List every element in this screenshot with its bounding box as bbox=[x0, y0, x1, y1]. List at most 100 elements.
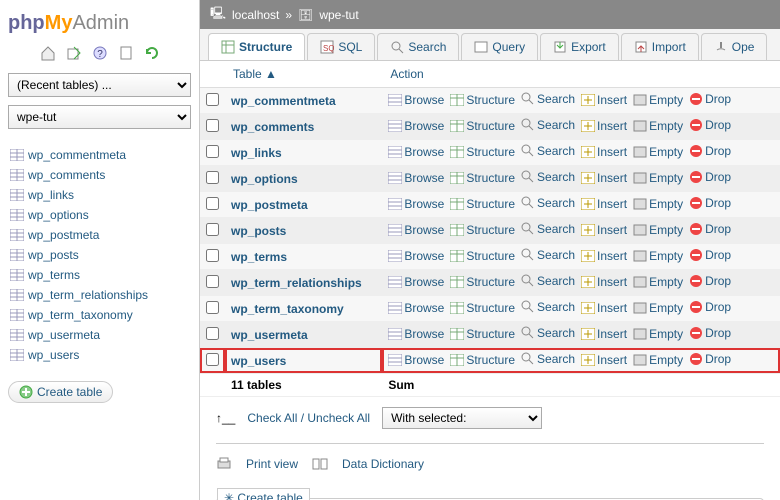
tab-structure[interactable]: Structure bbox=[208, 33, 305, 60]
col-table[interactable]: Table ▲ bbox=[225, 61, 382, 88]
structure-link[interactable]: Structure bbox=[450, 327, 515, 341]
data-dictionary-link[interactable]: Data Dictionary bbox=[342, 457, 424, 471]
insert-link[interactable]: Insert bbox=[581, 223, 627, 237]
structure-link[interactable]: Structure bbox=[450, 171, 515, 185]
structure-link[interactable]: Structure bbox=[450, 223, 515, 237]
row-checkbox[interactable] bbox=[206, 145, 219, 158]
table-name-link[interactable]: wp_comments bbox=[231, 120, 314, 134]
browse-link[interactable]: Browse bbox=[388, 353, 444, 367]
empty-link[interactable]: Empty bbox=[633, 119, 683, 133]
drop-link[interactable]: Drop bbox=[689, 118, 731, 132]
drop-link[interactable]: Drop bbox=[689, 170, 731, 184]
empty-link[interactable]: Empty bbox=[633, 223, 683, 237]
search-link[interactable]: Search bbox=[521, 300, 575, 314]
tree-table-wp_postmeta[interactable]: wp_postmeta bbox=[8, 225, 191, 245]
tree-table-wp_term_relationships[interactable]: wp_term_relationships bbox=[8, 285, 191, 305]
search-link[interactable]: Search bbox=[521, 170, 575, 184]
search-link[interactable]: Search bbox=[521, 248, 575, 262]
row-checkbox[interactable] bbox=[206, 197, 219, 210]
insert-link[interactable]: Insert bbox=[581, 93, 627, 107]
empty-link[interactable]: Empty bbox=[633, 353, 683, 367]
table-name-link[interactable]: wp_usermeta bbox=[231, 328, 308, 342]
structure-link[interactable]: Structure bbox=[450, 275, 515, 289]
structure-link[interactable]: Structure bbox=[450, 301, 515, 315]
home-icon[interactable] bbox=[40, 45, 56, 61]
search-link[interactable]: Search bbox=[521, 144, 575, 158]
structure-link[interactable]: Structure bbox=[450, 145, 515, 159]
empty-link[interactable]: Empty bbox=[633, 275, 683, 289]
drop-link[interactable]: Drop bbox=[689, 222, 731, 236]
with-selected-select[interactable]: With selected: bbox=[382, 407, 542, 429]
insert-link[interactable]: Insert bbox=[581, 145, 627, 159]
empty-link[interactable]: Empty bbox=[633, 197, 683, 211]
drop-link[interactable]: Drop bbox=[689, 274, 731, 288]
row-checkbox[interactable] bbox=[206, 223, 219, 236]
structure-link[interactable]: Structure bbox=[450, 197, 515, 211]
empty-link[interactable]: Empty bbox=[633, 249, 683, 263]
tab-export[interactable]: Export bbox=[540, 33, 619, 60]
browse-link[interactable]: Browse bbox=[388, 119, 444, 133]
database-select[interactable]: wpe-tut bbox=[8, 105, 191, 129]
browse-link[interactable]: Browse bbox=[388, 197, 444, 211]
tree-table-wp_comments[interactable]: wp_comments bbox=[8, 165, 191, 185]
empty-link[interactable]: Empty bbox=[633, 327, 683, 341]
drop-link[interactable]: Drop bbox=[689, 92, 731, 106]
insert-link[interactable]: Insert bbox=[581, 119, 627, 133]
print-view-link[interactable]: Print view bbox=[246, 457, 298, 471]
tree-table-wp_links[interactable]: wp_links bbox=[8, 185, 191, 205]
breadcrumb-server[interactable]: localhost bbox=[232, 8, 279, 22]
docs-icon[interactable] bbox=[118, 45, 134, 61]
search-link[interactable]: Search bbox=[521, 352, 575, 366]
table-name-link[interactable]: wp_users bbox=[231, 354, 286, 368]
empty-link[interactable]: Empty bbox=[633, 301, 683, 315]
table-name-link[interactable]: wp_posts bbox=[231, 224, 286, 238]
table-name-link[interactable]: wp_links bbox=[231, 146, 282, 160]
tree-table-wp_posts[interactable]: wp_posts bbox=[8, 245, 191, 265]
tab-ope[interactable]: Ope bbox=[701, 33, 768, 60]
empty-link[interactable]: Empty bbox=[633, 171, 683, 185]
table-name-link[interactable]: wp_options bbox=[231, 172, 298, 186]
tree-table-wp_users[interactable]: wp_users bbox=[8, 345, 191, 365]
drop-link[interactable]: Drop bbox=[689, 326, 731, 340]
tab-query[interactable]: Query bbox=[461, 33, 538, 60]
drop-link[interactable]: Drop bbox=[689, 144, 731, 158]
logout-icon[interactable] bbox=[66, 45, 82, 61]
search-link[interactable]: Search bbox=[521, 196, 575, 210]
drop-link[interactable]: Drop bbox=[689, 352, 731, 366]
table-name-link[interactable]: wp_terms bbox=[231, 250, 287, 264]
insert-link[interactable]: Insert bbox=[581, 353, 627, 367]
browse-link[interactable]: Browse bbox=[388, 275, 444, 289]
browse-link[interactable]: Browse bbox=[388, 249, 444, 263]
create-table-button[interactable]: Create table bbox=[8, 381, 113, 403]
insert-link[interactable]: Insert bbox=[581, 249, 627, 263]
tree-table-wp_options[interactable]: wp_options bbox=[8, 205, 191, 225]
structure-link[interactable]: Structure bbox=[450, 119, 515, 133]
insert-link[interactable]: Insert bbox=[581, 197, 627, 211]
row-checkbox[interactable] bbox=[206, 327, 219, 340]
drop-link[interactable]: Drop bbox=[689, 300, 731, 314]
structure-link[interactable]: Structure bbox=[450, 353, 515, 367]
browse-link[interactable]: Browse bbox=[388, 171, 444, 185]
recent-tables-select[interactable]: (Recent tables) ... bbox=[8, 73, 191, 97]
breadcrumb-db[interactable]: wpe-tut bbox=[319, 8, 358, 22]
search-link[interactable]: Search bbox=[521, 92, 575, 106]
tab-import[interactable]: Import bbox=[621, 33, 699, 60]
check-all-link[interactable]: Check All / Uncheck All bbox=[247, 411, 370, 425]
insert-link[interactable]: Insert bbox=[581, 301, 627, 315]
browse-link[interactable]: Browse bbox=[388, 223, 444, 237]
reload-icon[interactable] bbox=[144, 45, 160, 61]
table-name-link[interactable]: wp_term_relationships bbox=[231, 276, 362, 290]
drop-link[interactable]: Drop bbox=[689, 196, 731, 210]
search-link[interactable]: Search bbox=[521, 274, 575, 288]
row-checkbox[interactable] bbox=[206, 249, 219, 262]
table-name-link[interactable]: wp_postmeta bbox=[231, 198, 308, 212]
structure-link[interactable]: Structure bbox=[450, 249, 515, 263]
browse-link[interactable]: Browse bbox=[388, 327, 444, 341]
empty-link[interactable]: Empty bbox=[633, 145, 683, 159]
search-link[interactable]: Search bbox=[521, 326, 575, 340]
row-checkbox[interactable] bbox=[206, 119, 219, 132]
insert-link[interactable]: Insert bbox=[581, 171, 627, 185]
tree-table-wp_commentmeta[interactable]: wp_commentmeta bbox=[8, 145, 191, 165]
row-checkbox[interactable] bbox=[206, 301, 219, 314]
search-link[interactable]: Search bbox=[521, 222, 575, 236]
